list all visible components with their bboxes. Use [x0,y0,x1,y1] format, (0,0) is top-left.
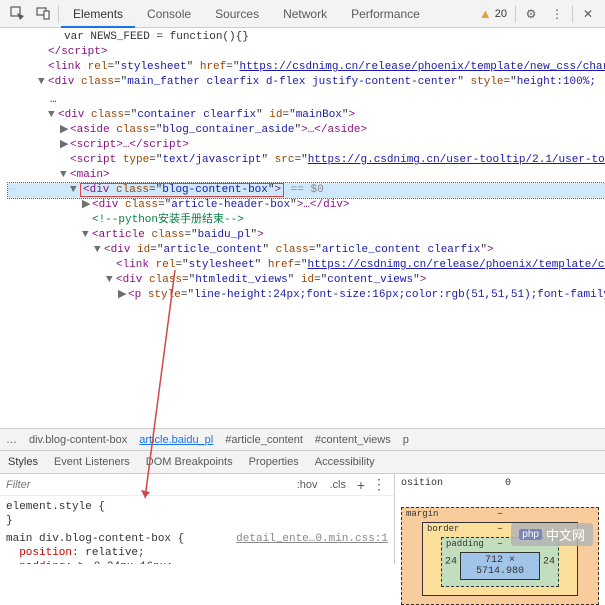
new-rule-icon[interactable]: + [352,477,370,493]
more-icon[interactable]: ⋮ [370,476,388,493]
expand-arrow[interactable]: ▼ [82,228,92,243]
warning-count: 20 [495,8,507,20]
warning-icon: ▲ [479,6,492,21]
css-rules[interactable]: element.style { } detail_ente…0.min.css:… [0,496,394,564]
dom-tag[interactable]: <div [104,244,130,256]
tab-accessibility[interactable]: Accessibility [315,450,375,474]
tab-console[interactable]: Console [135,0,203,28]
more-icon[interactable]: ⋮ [544,2,570,26]
crumb-item[interactable]: #content_views [315,434,391,446]
devtools-toolbar: Elements Console Sources Network Perform… [0,0,605,28]
cls-toggle[interactable]: .cls [330,479,347,491]
close-icon[interactable]: ✕ [575,2,601,26]
device-mode-icon[interactable] [30,2,56,26]
tab-styles[interactable]: Styles [8,450,38,474]
href-link[interactable]: https://csdnimg.cn/release/phoenix/templ… [239,61,605,73]
dom-tag[interactable]: <div [116,274,142,286]
separator [58,5,59,23]
dom-tag[interactable]: <p [128,289,141,301]
selected-dom-node[interactable]: ⋯ ▼<div class="blog-content-box"> == $0 [8,183,605,198]
watermark: php中文网 [511,523,593,546]
expand-arrow[interactable]: ▶ [118,288,128,303]
expand-arrow[interactable]: ▼ [48,108,58,123]
dom-tag[interactable]: <link [116,259,149,271]
expand-arrow[interactable]: ▼ [60,168,70,183]
expand-arrow[interactable]: ▶ [60,123,70,138]
bottom-panel: :hov .cls + ⋮ element.style { } detail_e… [0,474,605,564]
tab-properties[interactable]: Properties [249,450,299,474]
expand-arrow[interactable]: ▼ [94,243,104,258]
box-model[interactable]: osition0 margin – border – padding – 24 … [395,474,605,564]
dom-tag[interactable]: <div [92,199,118,211]
source-link[interactable]: detail_ente…0.min.css:1 [236,532,388,546]
dom-tag[interactable]: <div [58,109,84,121]
margin-label: margin [406,509,438,519]
separator [515,5,516,23]
filter-bar: :hov .cls + ⋮ [0,474,394,496]
expand-arrow[interactable]: ▼ [106,273,116,288]
crumb-item[interactable]: p [403,434,409,446]
dom-comment: <!--python安装手册结束--> [92,214,244,226]
dom-tag[interactable]: </script> [48,46,107,58]
padding-label: padding [446,539,484,549]
crumb-item[interactable]: article.baidu_pl [139,434,213,446]
dom-tag[interactable]: <article [92,229,145,241]
tab-elements[interactable]: Elements [61,0,135,28]
filter-input[interactable] [6,479,291,491]
crumb-item[interactable]: #article_content [225,434,303,446]
tab-performance[interactable]: Performance [339,0,432,28]
code-text: var NEWS_FEED = function(){} [64,31,249,43]
inspect-icon[interactable] [4,2,30,26]
content-size: 712 × 5714.980 [460,552,540,580]
expand-arrow[interactable]: ▶ [60,138,70,153]
tab-event-listeners[interactable]: Event Listeners [54,450,130,474]
separator [572,5,573,23]
dom-tag[interactable]: <script [70,154,116,166]
dom-tag[interactable]: <aside [70,124,110,136]
styles-tabs: Styles Event Listeners DOM Breakpoints P… [0,450,605,474]
expand-arrow[interactable]: ▼ [38,75,48,90]
breadcrumb: … div.blog-content-box article.baidu_pl … [0,428,605,450]
crumb-more[interactable]: … [6,434,17,446]
dom-tree[interactable]: var NEWS_FEED = function(){} </script> <… [0,28,605,428]
expand-arrow[interactable]: ▶ [82,198,92,213]
border-label: border [427,524,459,534]
href-link[interactable]: https://g.csdnimg.cn/user-tooltip/2.1/us… [308,154,605,166]
tab-sources[interactable]: Sources [203,0,271,28]
dom-tag[interactable]: <div [48,76,74,88]
warnings-badge[interactable]: ▲ 20 [479,6,507,21]
hov-toggle[interactable]: :hov [297,479,318,491]
tab-network[interactable]: Network [271,0,339,28]
crumb-item[interactable]: div.blog-content-box [29,434,127,446]
dom-tag[interactable]: <script>…</script> [70,139,189,151]
styles-panel: :hov .cls + ⋮ element.style { } detail_e… [0,474,395,564]
settings-icon[interactable]: ⚙ [518,2,544,26]
href-link[interactable]: https://csdnimg.cn/release/phoenix/templ… [307,259,605,271]
dom-tag[interactable]: <main> [70,169,110,181]
tab-dom-breakpoints[interactable]: DOM Breakpoints [146,450,233,474]
dom-tag[interactable]: <link [48,61,81,73]
